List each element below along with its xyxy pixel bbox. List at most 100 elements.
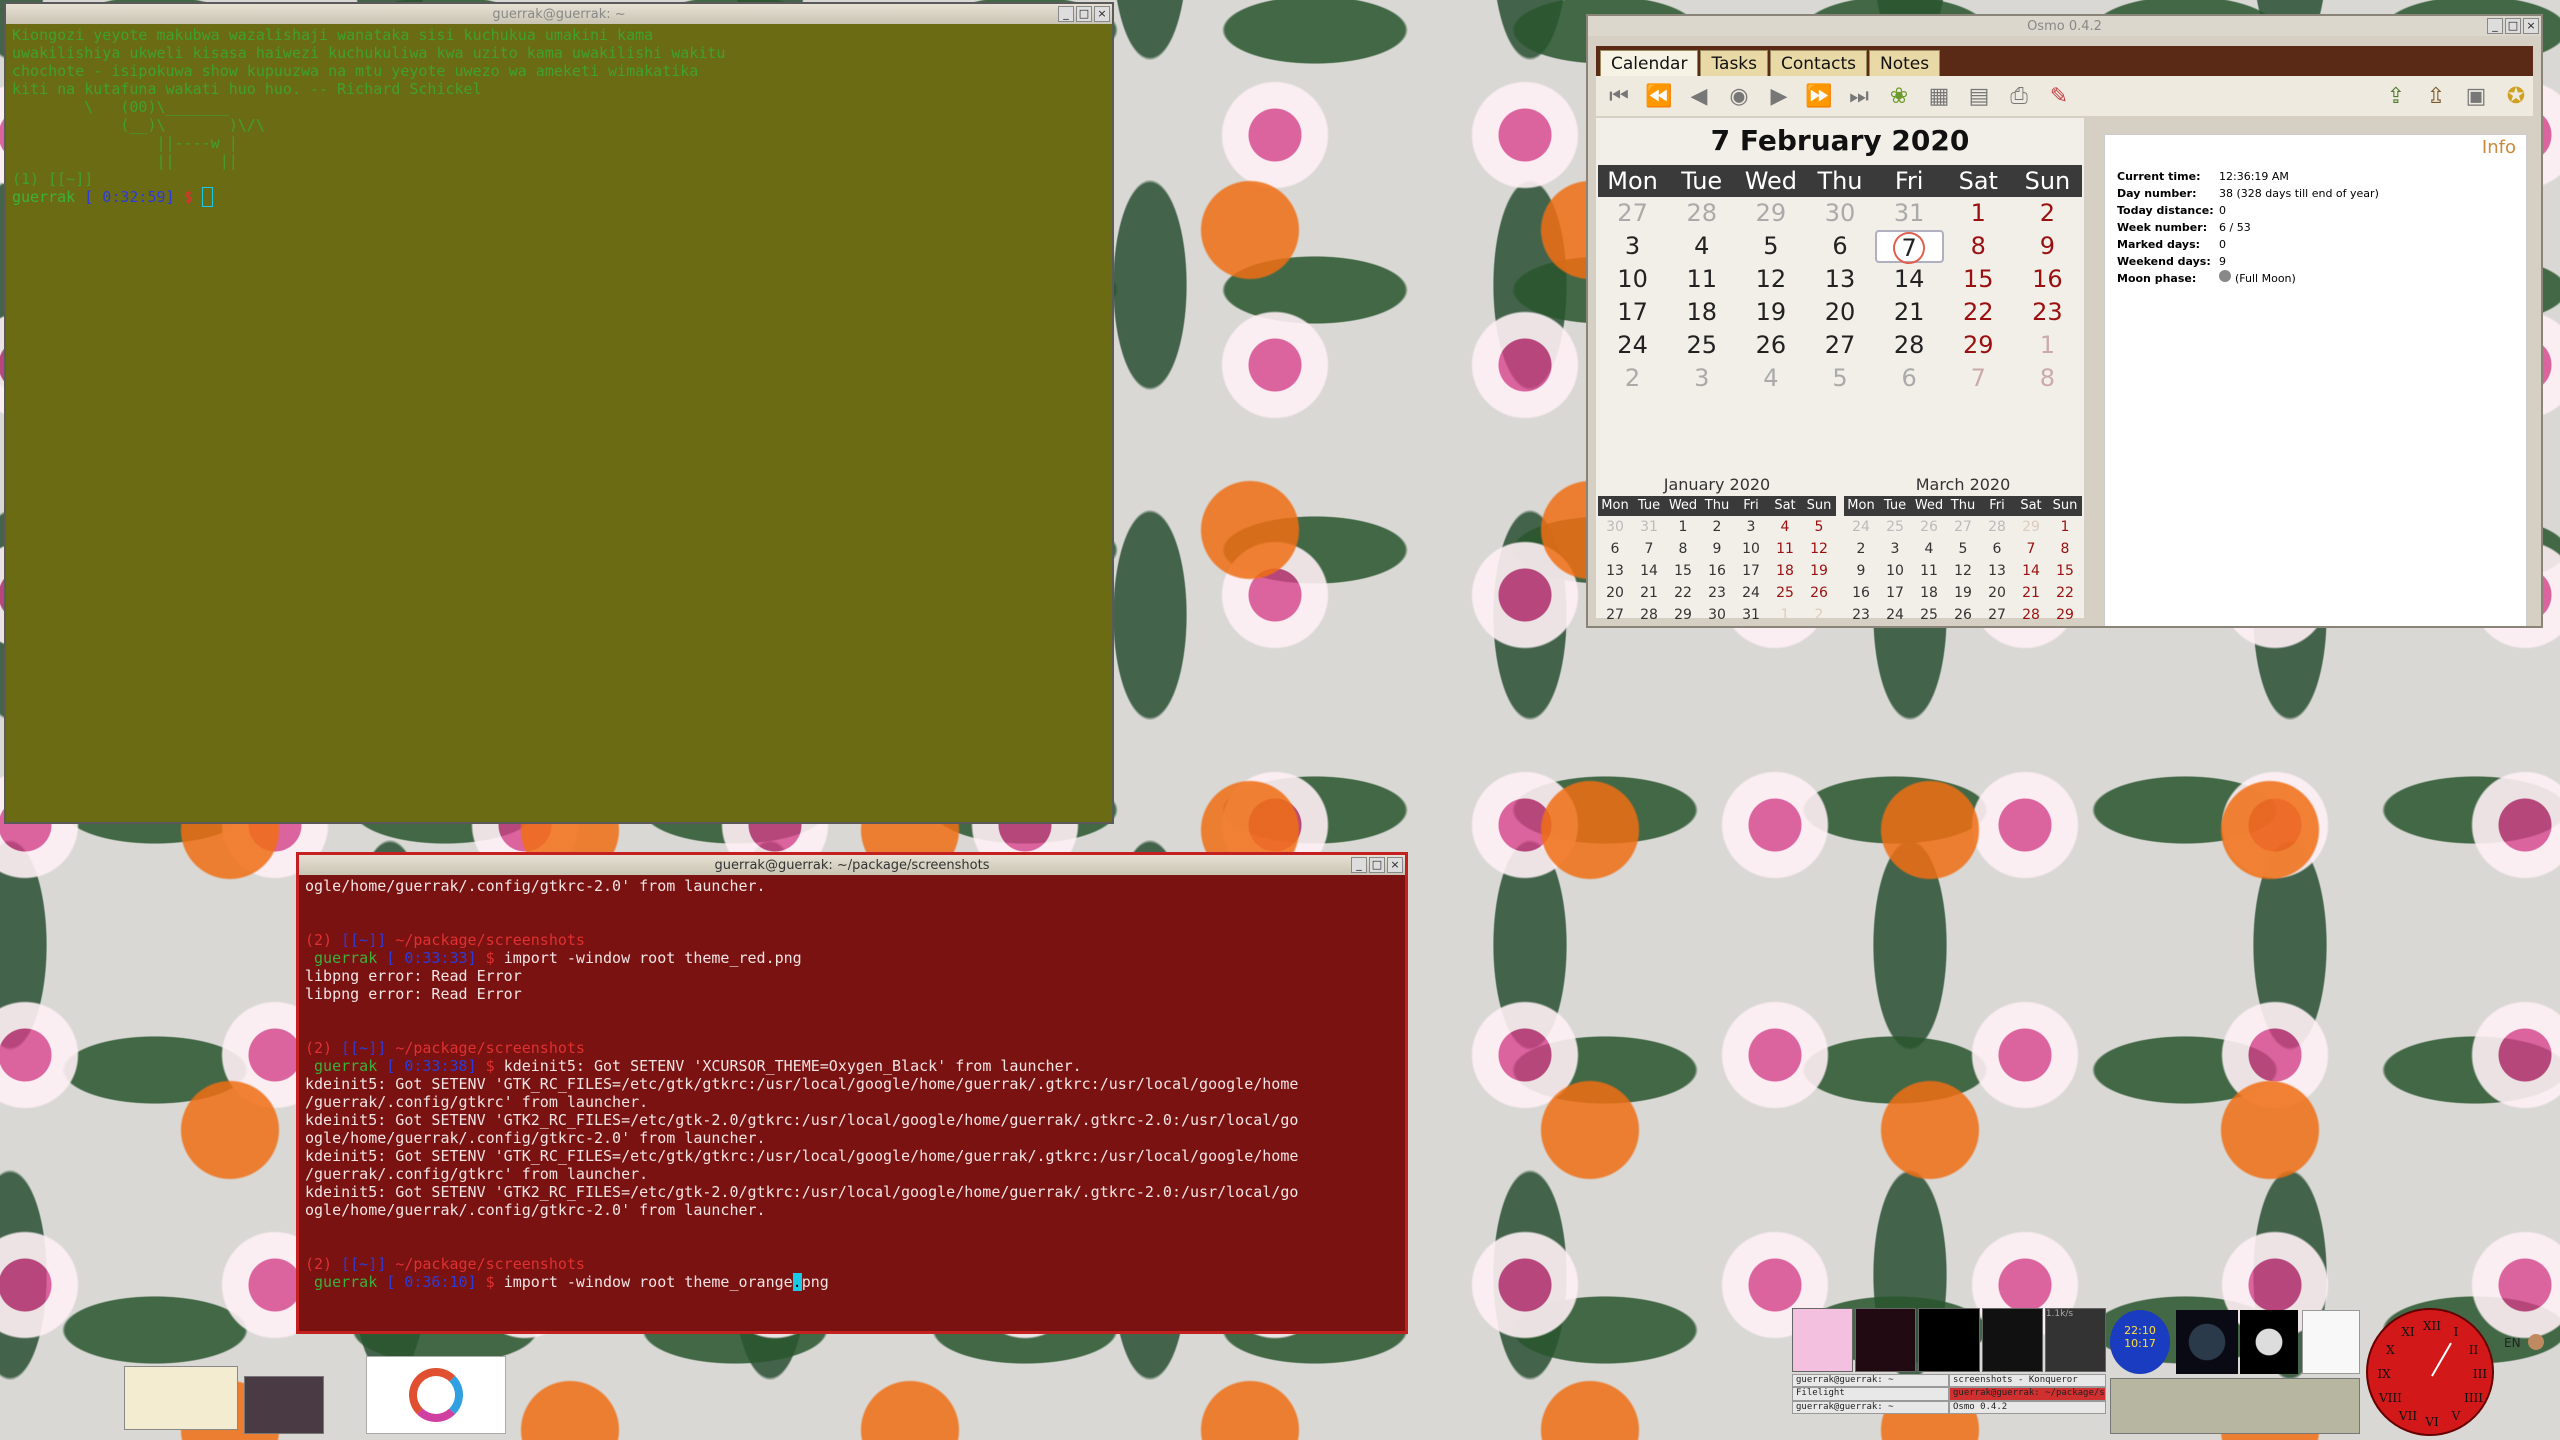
mini-calendar-day[interactable]: 15 [1666,560,1700,582]
calendar-day[interactable]: 13 [1805,263,1874,296]
mini-calendar-day[interactable]: 30 [1700,604,1734,626]
mini-calendar-day[interactable]: 7 [1734,626,1768,628]
mini-calendar-day[interactable]: 5 [2048,626,2082,628]
mini-calendar-day[interactable]: 26 [1912,516,1946,538]
mini-calendar-day[interactable]: 2 [1844,538,1878,560]
calendar-day[interactable]: 20 [1805,296,1874,329]
mini-calendar-day[interactable]: 26 [1946,604,1980,626]
mini-calendar-day[interactable]: 6 [1700,626,1734,628]
mini-calendar-day[interactable]: 5 [1946,538,1980,560]
mini-calendar-day[interactable]: 19 [1802,560,1836,582]
mini-calendar-day[interactable]: 9 [1802,626,1836,628]
calendar-day[interactable]: 25 [1667,329,1736,362]
calendar-day[interactable]: 6 [1805,230,1874,263]
mini-calendar-day[interactable]: 18 [1768,560,1802,582]
mini-calendar-day[interactable]: 19 [1946,582,1980,604]
mini-calendar-day[interactable]: 31 [1734,604,1768,626]
mini-calendar-day[interactable]: 29 [2014,516,2048,538]
mini-calendar-day[interactable]: 3 [1878,538,1912,560]
terminal-window-screenshots[interactable]: guerrak@guerrak: ~/package/screenshots _… [296,852,1408,1334]
mini-calendar-day[interactable]: 30 [1844,626,1878,628]
taskbar-task[interactable]: guerrak@guerrak: ~ [1792,1400,1949,1414]
mini-calendar-day[interactable]: 28 [2014,604,2048,626]
calendar-day[interactable]: 8 [1944,230,2013,263]
title-bar[interactable]: guerrak@guerrak: ~ _ □ × [6,4,1112,24]
mini-calendar-day[interactable]: 16 [1844,582,1878,604]
calendar-day[interactable]: 16 [2013,263,2082,296]
calendar-day[interactable]: 2 [2013,197,2082,230]
mini-calendar-day[interactable]: 4 [1912,538,1946,560]
taskbar-task[interactable]: screenshots - Konqueror [1949,1374,2106,1388]
tab-notes[interactable]: Notes [1869,50,1941,76]
mini-calendar-day[interactable]: 11 [1768,538,1802,560]
print-icon[interactable]: ⎙ [2002,81,2036,111]
close-button[interactable]: × [1387,857,1403,873]
mini-calendar-day[interactable]: 18 [1912,582,1946,604]
mini-calendar-day[interactable]: 15 [2048,560,2082,582]
mini-calendar-day[interactable]: 4 [1768,516,1802,538]
import-icon[interactable]: ⇫ [2419,81,2453,111]
mini-calendar-day[interactable]: 2 [1802,604,1836,626]
calendar-day[interactable]: 2 [1598,362,1667,395]
previous-month-icon[interactable]: ⏪ [1642,81,1676,111]
mini-calendar-day[interactable]: 3 [1598,626,1632,628]
mini-calendar-day[interactable]: 12 [1802,538,1836,560]
calendar-day[interactable]: 6 [1875,362,1944,395]
calendar-day[interactable]: 29 [1736,197,1805,230]
minimize-button[interactable]: _ [1058,6,1074,22]
calendar-day[interactable]: 4 [1736,362,1805,395]
calendar-day[interactable]: 29 [1944,329,2013,362]
full-year-icon[interactable]: ▦ [1922,81,1956,111]
mini-calendar-day[interactable]: 1 [1912,626,1946,628]
mini-calendar-day[interactable]: 10 [1878,560,1912,582]
pager-desktop-3[interactable] [1918,1308,1980,1372]
mini-calendar-day[interactable]: 30 [1598,516,1632,538]
mini-calendar-day[interactable]: 17 [1878,582,1912,604]
about-icon[interactable]: ✪ [2499,81,2533,111]
mini-calendar-day[interactable]: 7 [1632,538,1666,560]
mini-calendar-day[interactable]: 14 [2014,560,2048,582]
mini-calendar-day[interactable]: 26 [1802,582,1836,604]
minimize-button[interactable]: _ [2487,18,2503,34]
title-bar[interactable]: Osmo 0.4.2 _ □ × [1588,16,2541,36]
calendar-day[interactable]: 9 [2013,230,2082,263]
mini-calendar-day[interactable]: 14 [1632,560,1666,582]
filelight-icon[interactable] [366,1356,506,1434]
maximize-button[interactable]: □ [1369,857,1385,873]
close-button[interactable]: × [1094,6,1110,22]
taskbar-task[interactable]: guerrak@guerrak: ~ [1792,1374,1949,1388]
calendar-day[interactable]: 22 [1944,296,2013,329]
calendar-day[interactable]: 11 [1667,263,1736,296]
mini-calendar-day[interactable]: 9 [1844,560,1878,582]
mini-calendar-day[interactable]: 21 [1632,582,1666,604]
mini-calendar-day[interactable]: 25 [1878,516,1912,538]
preferences-icon[interactable]: ▣ [2459,81,2493,111]
calendar-day[interactable]: 5 [1736,230,1805,263]
mini-calendar-day[interactable]: 10 [1734,538,1768,560]
previous-year-icon[interactable]: ⏮ [1602,81,1636,111]
mini-calendar-day[interactable]: 4 [2014,626,2048,628]
calendar-day[interactable]: 28 [1667,197,1736,230]
mini-calendar-day[interactable]: 1 [1768,604,1802,626]
mini-calendar-day[interactable]: 3 [1980,626,2014,628]
today-icon[interactable]: ◉ [1722,81,1756,111]
taskbar-task[interactable]: Filelight [1792,1387,1949,1401]
terminal-window-home[interactable]: guerrak@guerrak: ~ _ □ × Kiongozi yeyote m… [4,2,1114,824]
terminal-output[interactable]: ogle/home/guerrak/.config/gtkrc-2.0' fro… [299,875,1405,1293]
moon-icon[interactable] [2240,1310,2298,1374]
mini-calendar-day[interactable]: 2 [1700,516,1734,538]
mini-calendar-day[interactable]: 8 [1768,626,1802,628]
mini-calendar-day[interactable]: 22 [2048,582,2082,604]
maximize-button[interactable]: □ [1076,6,1092,22]
mini-calendar-day[interactable]: 25 [1768,582,1802,604]
mini-calendar-day[interactable]: 31 [1878,626,1912,628]
globe-icon[interactable] [2176,1310,2238,1374]
calendar-day[interactable]: 15 [1944,263,2013,296]
calendar-day[interactable]: 12 [1736,263,1805,296]
pager-desktop-4[interactable] [1981,1308,2043,1372]
calendar-day[interactable]: 31 [1875,197,1944,230]
calendar-day[interactable]: 5 [1805,362,1874,395]
mini-calendar-day[interactable]: 23 [1844,604,1878,626]
mini-calendar-day[interactable]: 24 [1844,516,1878,538]
notes-widget[interactable] [2302,1310,2360,1374]
